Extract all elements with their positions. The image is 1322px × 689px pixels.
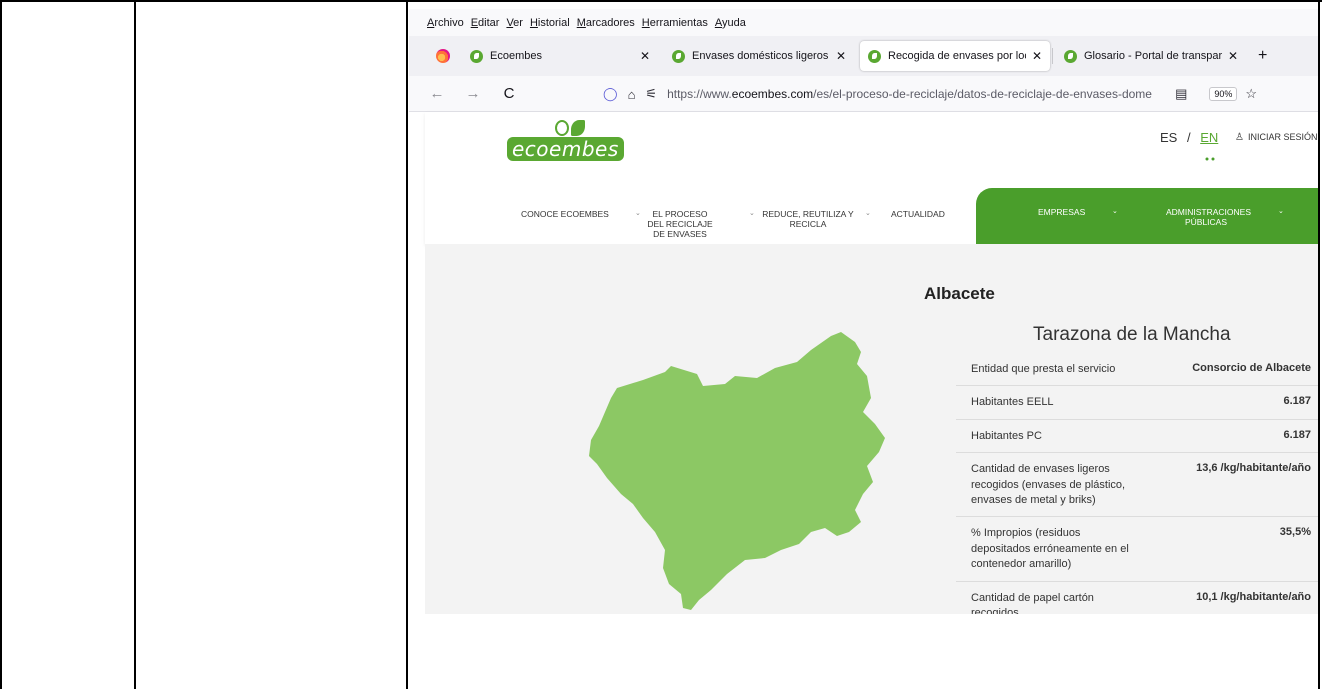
- url-text[interactable]: https://www.ecoembes.com/es/el-proceso-d…: [667, 87, 1167, 101]
- menu-ayuda[interactable]: Ayuda: [715, 17, 746, 29]
- row-label: Cantidad de papel cartón recogidos: [971, 591, 1094, 614]
- row-label: Habitantes PC: [971, 429, 1042, 442]
- tab-title: Envases domésticos ligeros - Po: [692, 50, 830, 62]
- row-value: 6.187: [1283, 428, 1311, 441]
- province-heading: Albacete: [924, 284, 995, 303]
- chevron-down-icon: ⌄: [635, 210, 641, 217]
- municipality-table: Entidad que presta el servicio Consorcio…: [956, 353, 1318, 614]
- table-row: Habitantes EELL 6.187: [956, 386, 1318, 420]
- language-switcher: ES / EN: [1160, 130, 1218, 145]
- url-path: /es/el-proceso-de-reciclaje/datos-de-rec…: [813, 87, 1152, 101]
- nav-administraciones[interactable]: ADMINISTRACIONES PÚBLICAS: [1166, 207, 1251, 228]
- reload-icon[interactable]: C: [497, 85, 521, 102]
- chevron-down-icon: ⌄: [1278, 208, 1284, 215]
- new-tab-plus-icon[interactable]: +: [1258, 47, 1267, 65]
- table-border-col2: [406, 0, 408, 689]
- lang-es[interactable]: ES: [1160, 130, 1177, 145]
- address-bar[interactable]: ◯ ⌂ ⚟ https://www.ecoembes.com/es/el-pro…: [603, 80, 1293, 108]
- lang-separator: /: [1186, 130, 1191, 145]
- audience-navigation: EMPRESAS ⌄ ADMINISTRACIONES PÚBLICAS ⌄: [976, 188, 1318, 244]
- tab-bar: Ecoembes ✕ Envases domésticos ligeros - …: [409, 36, 1318, 76]
- document-page: Archivo Editar Ver Historial Marcadores …: [0, 0, 1322, 689]
- close-tab-icon[interactable]: ✕: [1032, 49, 1042, 63]
- menu-marcadores[interactable]: Marcadores: [577, 17, 635, 29]
- chevron-down-icon: ⌄: [749, 210, 755, 217]
- permissions-icon[interactable]: ⚟: [645, 86, 657, 102]
- row-value: 10,1 /kg/habitante/año: [1196, 590, 1311, 603]
- tab-title: Recogida de envases por localic: [888, 50, 1026, 62]
- table-border-left: [0, 0, 2, 689]
- tab-title: Glosario - Portal de transparenc: [1084, 50, 1222, 62]
- row-label: % Impropios (residuos depositados erróne…: [971, 527, 1129, 571]
- navigation-bar: ← → C ◯ ⌂ ⚟ https://www.ecoembes.com/es/…: [409, 76, 1318, 112]
- menu-historial[interactable]: Historial: [530, 17, 570, 29]
- table-border-top: [0, 0, 1322, 2]
- lock-icon[interactable]: ⌂: [628, 87, 636, 102]
- nav-actualidad[interactable]: ACTUALIDAD: [891, 209, 945, 220]
- close-tab-icon[interactable]: ✕: [640, 49, 650, 63]
- menu-bar: Archivo Editar Ver Historial Marcadores …: [409, 9, 1318, 36]
- table-border-right: [1318, 0, 1320, 689]
- nav-empresas[interactable]: EMPRESAS: [1038, 207, 1085, 218]
- table-row: Entidad que presta el servicio Consorcio…: [956, 353, 1318, 387]
- url-prefix: https://www.: [667, 87, 732, 101]
- tab-recogida[interactable]: Recogida de envases por localic ✕: [860, 41, 1050, 71]
- tab-ecoembes[interactable]: Ecoembes ✕: [462, 41, 658, 71]
- row-value: 35,5%: [1279, 526, 1311, 539]
- forward-arrow-icon[interactable]: →: [461, 85, 485, 102]
- table-row: Cantidad de papel cartón recogidos 10,1 …: [956, 582, 1318, 614]
- table-row: Habitantes PC 6.187: [956, 420, 1318, 454]
- nav-conoce-ecoembes[interactable]: CONOCE ECOEMBES: [521, 209, 609, 220]
- menu-herramientas[interactable]: Herramientas: [642, 17, 708, 29]
- menu-editar[interactable]: Editar: [471, 17, 500, 29]
- firefox-icon[interactable]: [436, 49, 450, 63]
- nav-reduce-reutiliza[interactable]: REDUCE, REUTILIZA Y RECICLA: [760, 209, 856, 230]
- nav-proceso-reciclaje[interactable]: EL PROCESO DEL RECICLAJE DE ENVASES: [647, 209, 713, 239]
- menu-ver[interactable]: Ver: [506, 17, 523, 29]
- user-icon: ♙: [1235, 132, 1244, 143]
- tab-glosario[interactable]: Glosario - Portal de transparenc ✕: [1052, 41, 1246, 71]
- ecoembes-favicon-icon: [1064, 49, 1077, 63]
- row-label: Cantidad de envases ligeros recogidos (e…: [971, 463, 1126, 506]
- logo-wordmark: ecoembes: [507, 137, 624, 161]
- row-value: Consorcio de Albacete: [1192, 362, 1311, 374]
- login-link[interactable]: ♙ INICIAR SESIÓN: [1235, 132, 1317, 143]
- row-value: 6.187: [1283, 395, 1311, 408]
- zoom-level[interactable]: 90%: [1209, 87, 1238, 101]
- main-navigation: CONOCE ECOEMBES ⌄ EL PROCESO DEL RECICLA…: [425, 200, 985, 240]
- url-domain: ecoembes.com: [731, 87, 814, 101]
- row-label: Habitantes EELL: [971, 396, 1054, 409]
- chevron-down-icon: ⌄: [865, 210, 871, 217]
- close-tab-icon[interactable]: ✕: [836, 49, 846, 63]
- bookmark-star-icon[interactable]: ☆: [1245, 86, 1257, 102]
- shield-icon[interactable]: ◯: [603, 86, 618, 102]
- row-label: Entidad que presta el servicio: [971, 363, 1116, 375]
- menu-archivo[interactable]: Archivo: [427, 17, 464, 29]
- tab-envases[interactable]: Envases domésticos ligeros - Po ✕: [664, 41, 854, 71]
- row-value: 13,6 /kg/habitante/año: [1196, 462, 1311, 475]
- lang-en[interactable]: EN: [1200, 130, 1218, 145]
- ecoembes-favicon-icon: [672, 49, 685, 63]
- browser-screenshot: Archivo Editar Ver Historial Marcadores …: [409, 9, 1318, 614]
- reader-view-icon[interactable]: ▤: [1175, 86, 1187, 102]
- login-label: INICIAR SESIÓN: [1247, 132, 1318, 142]
- municipality-data-section: Albacete Tarazona de la Mancha Entidad q…: [425, 244, 1318, 614]
- table-border-col1: [134, 0, 136, 689]
- municipality-heading: Tarazona de la Mancha: [1033, 324, 1231, 345]
- building-icon: [1038, 153, 1060, 177]
- logo-leaves-icon: [555, 120, 585, 136]
- ecoembes-favicon-icon: [868, 49, 881, 63]
- chevron-down-icon: ⌄: [1112, 208, 1118, 215]
- close-tab-icon[interactable]: ✕: [1228, 49, 1238, 63]
- site-header: ecoembes ES / EN ♙ INICIAR SESIÓN CONOCE …: [425, 112, 1318, 244]
- website-viewport: ecoembes ES / EN ♙ INICIAR SESIÓN CONOCE …: [425, 112, 1318, 614]
- tab-title: Ecoembes: [490, 50, 542, 62]
- table-row: % Impropios (residuos depositados erróne…: [956, 517, 1318, 582]
- province-map[interactable]: [585, 328, 895, 614]
- administration-icon: [1200, 152, 1220, 176]
- table-row: Cantidad de envases ligeros recogidos (e…: [956, 453, 1318, 518]
- ecoembes-favicon-icon: [470, 49, 483, 63]
- back-arrow-icon[interactable]: ←: [425, 85, 449, 102]
